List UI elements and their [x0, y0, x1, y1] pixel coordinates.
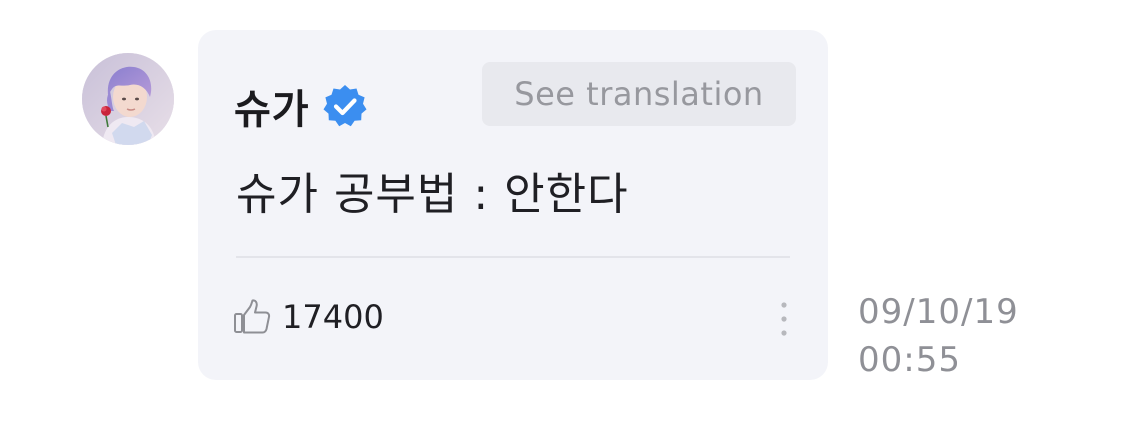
thumbs-up-icon: [234, 299, 271, 334]
avatar-image: [82, 53, 174, 145]
more-options-icon[interactable]: [772, 298, 796, 340]
timestamp-date: 09/10/19: [858, 292, 1019, 332]
avatar[interactable]: [82, 53, 174, 145]
timestamp: 09/10/19 00:55: [858, 288, 1019, 384]
verified-badge-icon: [323, 85, 367, 127]
author-name[interactable]: 슈가: [234, 77, 310, 135]
see-translation-button[interactable]: See translation: [482, 62, 796, 126]
divider: [236, 256, 790, 258]
like-count: 17400: [282, 298, 384, 336]
timestamp-time: 00:55: [858, 340, 961, 380]
like-button[interactable]: 17400: [232, 292, 384, 342]
message-text: 슈가 공부법 : 안한다: [236, 169, 629, 220]
author-row: 슈가: [234, 78, 368, 134]
message-card: 슈가 See translation 슈가 공부법 : 안한다 17400: [198, 30, 828, 380]
